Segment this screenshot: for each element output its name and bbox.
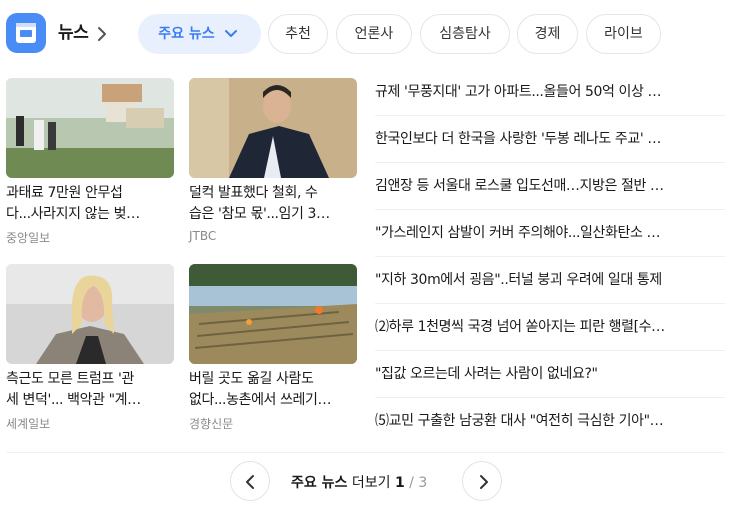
- tab-recommended[interactable]: 추천: [268, 14, 328, 54]
- chevron-down-icon: [225, 30, 237, 37]
- news-card[interactable]: 버릴 곳도 옮길 사람도 없다...농촌에서 쓰레기… 경향신문: [189, 264, 357, 434]
- headline-item[interactable]: "가스레인지 삼발이 커버 주의해야...일산화탄소 …: [375, 210, 725, 257]
- news-thumbnail: [6, 264, 174, 364]
- news-thumbnail: [6, 78, 174, 178]
- tab-main-news-label: 주요 뉴스: [158, 26, 215, 42]
- news-card-title[interactable]: 버릴 곳도 옮길 사람도 없다...농촌에서 쓰레기…: [189, 369, 357, 411]
- news-card[interactable]: 측근도 모른 트럼프 '관 세 변덕'... 백악관 "계… 세계일보: [6, 264, 174, 434]
- headline-item[interactable]: 김앤장 등 서울대 로스쿨 입도선매…지방은 절반 …: [375, 163, 725, 210]
- news-card-title[interactable]: 측근도 모른 트럼프 '관 세 변덕'... 백악관 "계…: [6, 369, 174, 411]
- headline-item[interactable]: "지하 30m에서 굉음"..터널 붕괴 우려에 일대 통제: [375, 257, 725, 304]
- news-card[interactable]: 과태료 7만원 안무섭 다...사라지지 않는 벚… 중앙일보: [6, 78, 174, 248]
- news-card-title[interactable]: 과태료 7만원 안무섭 다...사라지지 않는 벚…: [6, 183, 174, 225]
- news-card[interactable]: 덜컥 발표했다 철회, 수 습은 '참모 몫'...임기 3… JTBC: [189, 78, 357, 248]
- chevron-right-icon[interactable]: [96, 25, 108, 43]
- news-card-source[interactable]: 중앙일보: [6, 229, 50, 246]
- tab-live[interactable]: 라이브: [586, 14, 661, 54]
- chevron-right-icon: [480, 475, 488, 489]
- section-divider: [6, 452, 724, 453]
- news-card-source[interactable]: JTBC: [189, 229, 216, 243]
- tab-in-depth[interactable]: 심층탐사: [420, 14, 510, 54]
- headline-item[interactable]: 한국인보다 더 한국을 사랑한 '두봉 레나도 주교' …: [375, 116, 725, 163]
- chevron-left-icon: [246, 475, 254, 489]
- news-thumbnail: [189, 78, 357, 178]
- headline-item[interactable]: ⑸교민 구출한 남궁환 대사 "여전히 극심한 기아"…: [375, 398, 725, 445]
- current-page: 1: [394, 475, 405, 491]
- total-pages: 3: [418, 475, 428, 491]
- tab-main-news[interactable]: 주요 뉴스: [138, 14, 261, 54]
- news-card-source[interactable]: 세계일보: [6, 415, 50, 432]
- news-app-icon[interactable]: [6, 13, 46, 53]
- prev-page-button[interactable]: [230, 461, 270, 501]
- news-thumbnail: [189, 264, 357, 364]
- headline-item[interactable]: 규제 '무풍지대' 고가 아파트...올들어 50억 이상 …: [375, 69, 725, 116]
- next-page-button[interactable]: [462, 461, 502, 501]
- headline-item[interactable]: "집값 오르는데 사려는 사람이 없네요?": [375, 351, 725, 398]
- tab-press[interactable]: 언론사: [336, 14, 412, 54]
- tab-economy[interactable]: 경제: [517, 14, 578, 54]
- page-title[interactable]: 뉴스: [58, 22, 89, 44]
- news-card-source[interactable]: 경향신문: [189, 415, 233, 432]
- news-card-title[interactable]: 덜컥 발표했다 철회, 수 습은 '참모 몫'...임기 3…: [189, 183, 357, 225]
- headline-item[interactable]: ⑵하루 1천명씩 국경 넘어 쏟아지는 피란 행렬[수…: [375, 304, 725, 351]
- more-news-link[interactable]: 주요 뉴스 더보기 1 / 3: [291, 472, 427, 492]
